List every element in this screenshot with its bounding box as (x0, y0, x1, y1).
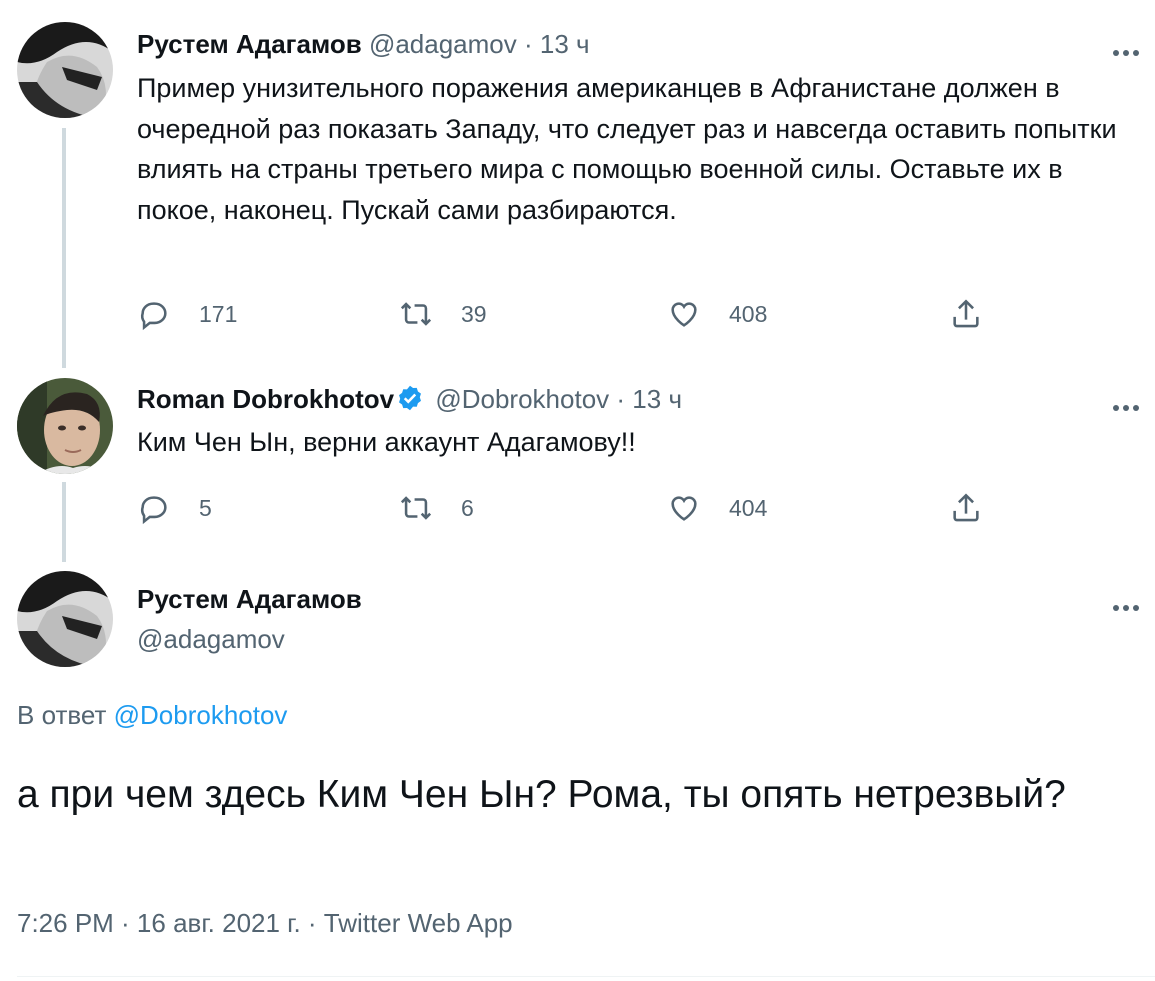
verified-badge-icon (399, 385, 422, 411)
reply-mention-link[interactable]: @Dobrokhotov (114, 700, 288, 730)
author-name[interactable]: Roman Dobrokhotov (137, 384, 394, 414)
tweet-text: Пример унизительного поражения американц… (137, 73, 1117, 225)
tweet-meta[interactable]: 7:26 PM · 16 авг. 2021 г. · Twitter Web … (17, 908, 513, 939)
more-icon[interactable] (1111, 592, 1141, 612)
tweet-actions: 5 6 404 (137, 488, 997, 528)
share-button[interactable] (949, 488, 983, 528)
author-handle[interactable]: @Dobrokhotov (435, 384, 609, 414)
separator: · (524, 29, 533, 59)
reply-prefix: В ответ (17, 700, 107, 730)
separator: · (616, 384, 626, 414)
retweet-button[interactable]: 39 (399, 294, 487, 334)
retweet-count: 39 (461, 300, 487, 327)
tweet-header: Рустем Адагамов @adagamov · 13 ч (137, 28, 590, 60)
like-button[interactable]: 408 (667, 294, 767, 334)
reply-button[interactable]: 5 (137, 488, 212, 528)
author-name[interactable]: Рустем Адагамов (137, 29, 362, 59)
more-icon[interactable] (1111, 392, 1141, 412)
tweet-adagamov-1[interactable]: Рустем Адагамов @adagamov · 13 ч Пример … (0, 0, 1155, 370)
timestamp[interactable]: 13 ч (632, 384, 682, 414)
like-count: 404 (729, 494, 768, 521)
more-icon[interactable] (1111, 37, 1141, 57)
author-name-text: Рустем Адагамов (137, 584, 362, 614)
reply-button[interactable]: 171 (137, 294, 237, 334)
retweet-icon (400, 302, 432, 326)
avatar[interactable] (17, 378, 113, 474)
author-handle-text: @adagamov (137, 624, 285, 654)
reply-icon (140, 302, 167, 331)
retweet-button[interactable]: 6 (399, 488, 474, 528)
like-button[interactable]: 404 (667, 488, 767, 528)
avatar[interactable] (17, 22, 113, 118)
divider (17, 976, 1155, 977)
tweet-header: Roman Dobrokhotov @Dobrokhotov · 13 ч (137, 383, 682, 415)
share-icon (953, 493, 979, 522)
author-handle[interactable]: @adagamov (369, 29, 517, 59)
retweet-count: 6 (461, 494, 474, 521)
share-icon (953, 299, 979, 328)
retweet-icon (400, 496, 432, 520)
like-count: 408 (729, 300, 768, 327)
like-icon (671, 302, 697, 327)
share-button[interactable] (949, 294, 983, 334)
reply-icon (140, 496, 167, 525)
main-tweet-text: а при чем здесь Ким Чен Ын? Рома, ты опя… (17, 773, 1066, 816)
tweet-text: Ким Чен Ын, верни аккаунт Адагамову!! (137, 427, 636, 457)
author-name[interactable]: Рустем Адагамов (137, 583, 362, 615)
avatar[interactable] (17, 571, 113, 667)
like-icon (671, 496, 697, 521)
reply-count: 5 (199, 494, 212, 521)
reply-context: В ответ @Dobrokhotov (17, 700, 287, 731)
tweet-actions: 171 39 408 (137, 294, 997, 334)
timestamp[interactable]: 13 ч (540, 29, 590, 59)
tweet-dobrokhotov[interactable]: Roman Dobrokhotov @Dobrokhotov · 13 ч Ки… (0, 370, 1155, 565)
author-handle[interactable]: @adagamov (137, 623, 285, 655)
reply-count: 171 (199, 300, 238, 327)
